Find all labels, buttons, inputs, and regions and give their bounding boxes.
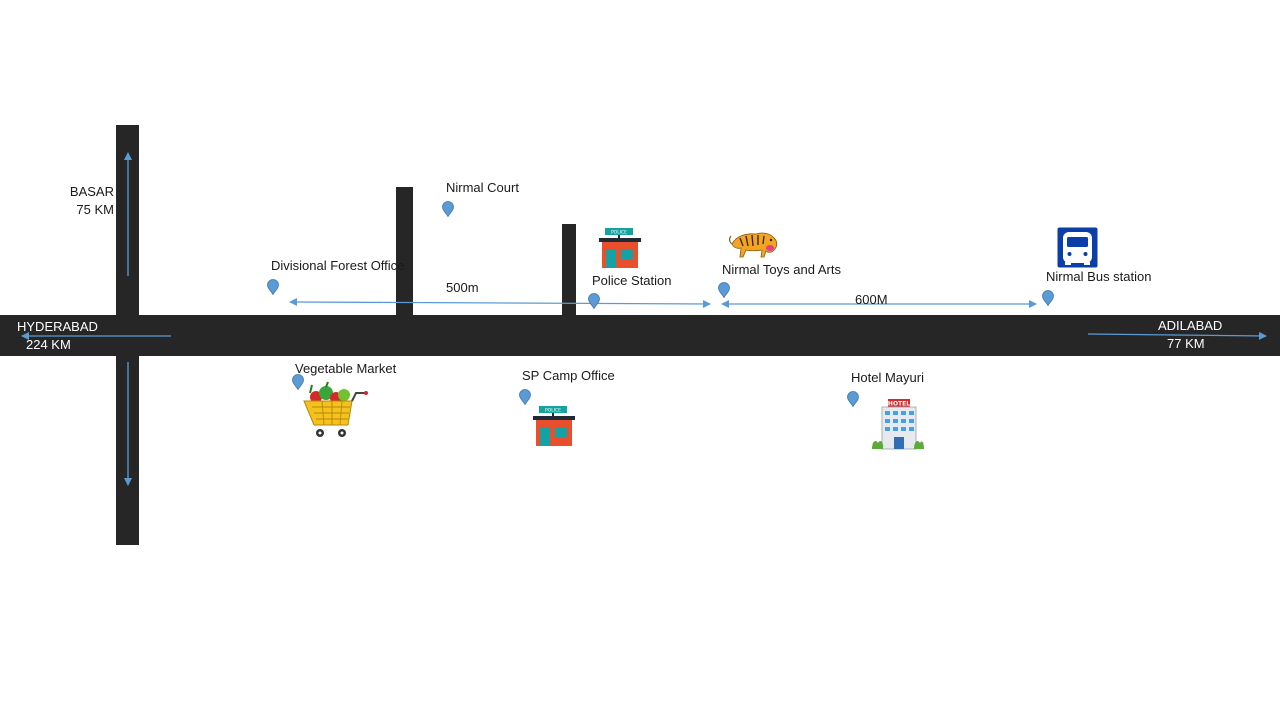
sp-camp-office-icon: POLICE (533, 406, 575, 446)
basar-distance: 75 KM (76, 202, 114, 217)
landmark-label-sp-camp: SP Camp Office (522, 368, 615, 383)
tiger-icon (729, 232, 778, 258)
distance-arrow-600m-start (721, 300, 729, 308)
landmark-label-nirmal-toys: Nirmal Toys and Arts (722, 262, 841, 277)
distance-arrow-500m-start (289, 298, 297, 306)
police-station-icon: POLICE (599, 228, 641, 268)
police-sign-text: POLICE (611, 230, 627, 236)
map-pin-icon[interactable] (718, 282, 730, 298)
distance-label-500m: 500m (446, 280, 479, 295)
landmark-label-police-station: Police Station (592, 273, 672, 288)
basar-name: BASAR (69, 184, 114, 199)
map-pin-icon[interactable] (442, 201, 454, 217)
hyderabad-name: HYDERABAD (17, 319, 98, 334)
hotel-sign-text: HOTEL (888, 400, 910, 407)
hyderabad-distance: 224 KM (26, 337, 71, 352)
basar-label: BASAR 75 KM (60, 183, 114, 219)
landmark-label-nirmal-court: Nirmal Court (446, 180, 519, 195)
bus-station-icon (1057, 227, 1098, 268)
adilabad-distance: 77 KM (1167, 336, 1205, 351)
arrows-layer (21, 152, 1267, 486)
landmark-label-forest-office: Divisional Forest Office (271, 258, 405, 273)
map-pin-icon[interactable] (1042, 290, 1054, 306)
distance-label-600m: 600M (855, 292, 888, 307)
vegetable-cart-icon (303, 381, 368, 437)
map-pin-icon[interactable] (267, 279, 279, 295)
distance-arrow-500m (295, 299, 711, 308)
map-pin-icon[interactable] (519, 389, 531, 405)
landmark-label-bus-station: Nirmal Bus station (1046, 269, 1152, 284)
adilabad-name: ADILABAD (1158, 318, 1223, 333)
landmark-label-hotel-mayuri: Hotel Mayuri (851, 370, 924, 385)
adilabad-label: ADILABAD 77 KM (1158, 317, 1222, 353)
hyderabad-label: HYDERABAD 224 KM (17, 318, 98, 354)
police-sign-text: POLICE (545, 408, 561, 414)
map-pin-icon[interactable] (847, 391, 859, 407)
landmark-label-vegetable-market: Vegetable Market (295, 361, 397, 376)
map-pin-icon[interactable] (588, 293, 600, 309)
hotel-building-icon: HOTEL (872, 399, 924, 450)
